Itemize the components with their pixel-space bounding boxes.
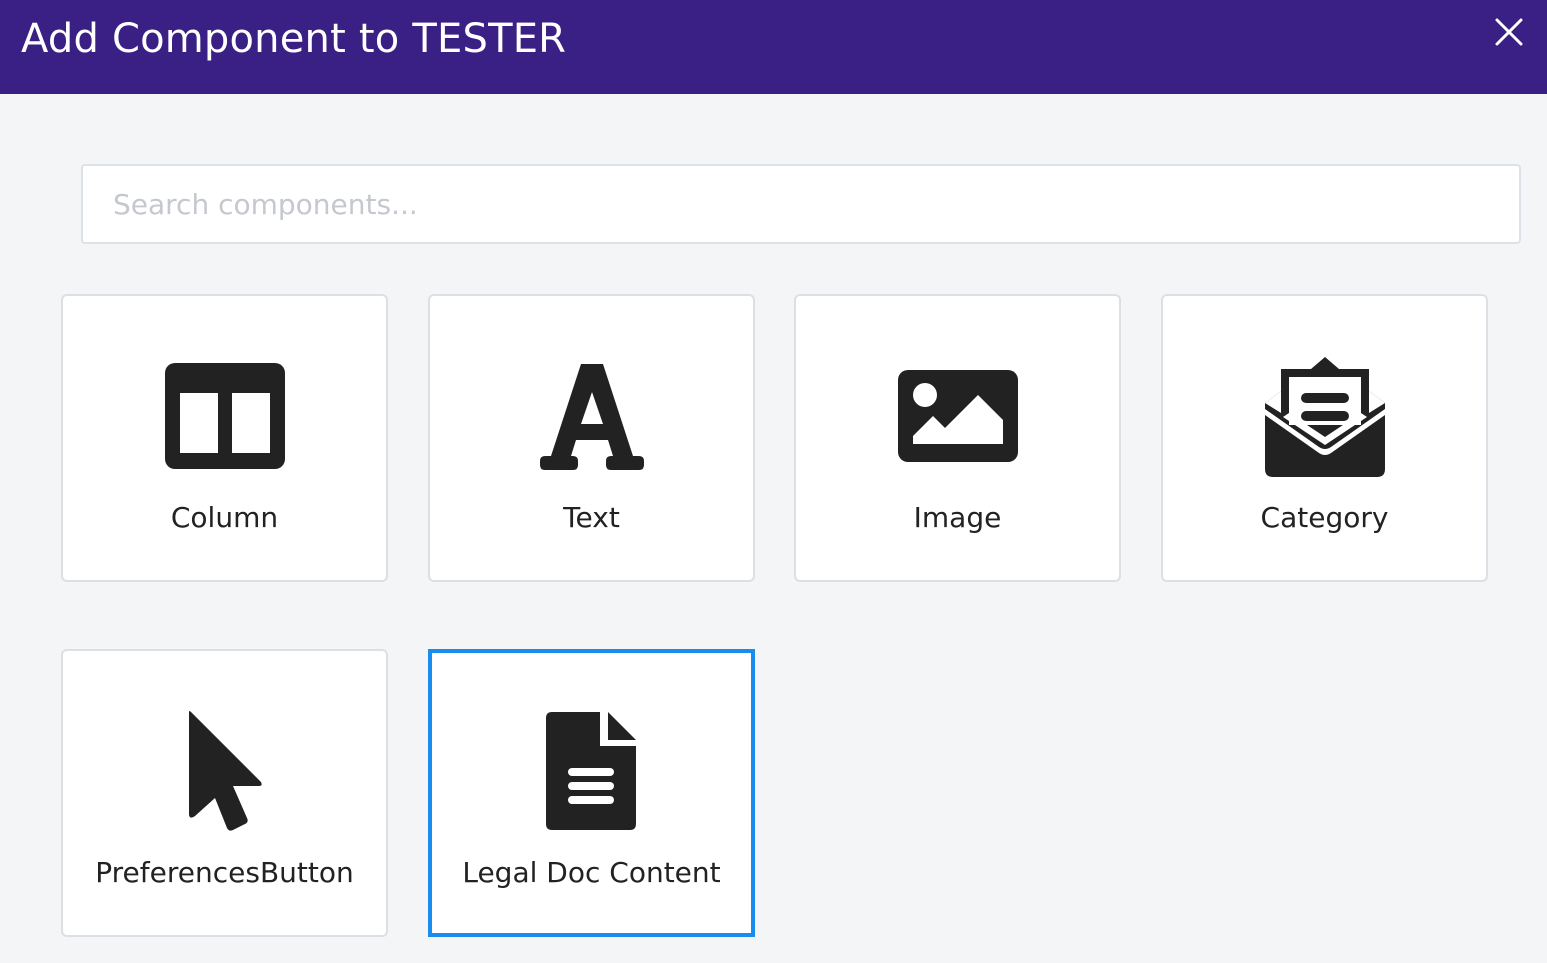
component-card-legal-doc-content[interactable]: Legal Doc Content	[428, 649, 755, 937]
close-button[interactable]	[1489, 14, 1529, 54]
mouse-pointer-icon	[63, 711, 386, 831]
text-font-icon	[430, 356, 753, 476]
search-input[interactable]	[81, 164, 1521, 244]
component-label: Image	[913, 501, 1002, 534]
component-label: Column	[170, 501, 279, 534]
dialog-title: Add Component to TESTER	[21, 16, 567, 62]
component-card-column[interactable]: Column	[61, 294, 388, 582]
columns-icon	[63, 356, 386, 476]
component-card-image[interactable]: Image	[794, 294, 1121, 582]
component-card-category[interactable]: Category	[1161, 294, 1488, 582]
file-alt-icon	[432, 711, 751, 831]
component-label: Legal Doc Content	[462, 856, 721, 889]
component-label: Category	[1260, 501, 1389, 534]
envelope-open-text-icon	[1163, 356, 1486, 477]
dialog-header: Add Component to TESTER	[0, 0, 1547, 94]
close-icon	[1495, 18, 1523, 46]
component-label: Text	[563, 501, 620, 534]
image-icon	[796, 356, 1119, 476]
component-card-text[interactable]: Text	[428, 294, 755, 582]
component-label: PreferencesButton	[95, 856, 354, 889]
component-card-preferencesbutton[interactable]: PreferencesButton	[61, 649, 388, 937]
